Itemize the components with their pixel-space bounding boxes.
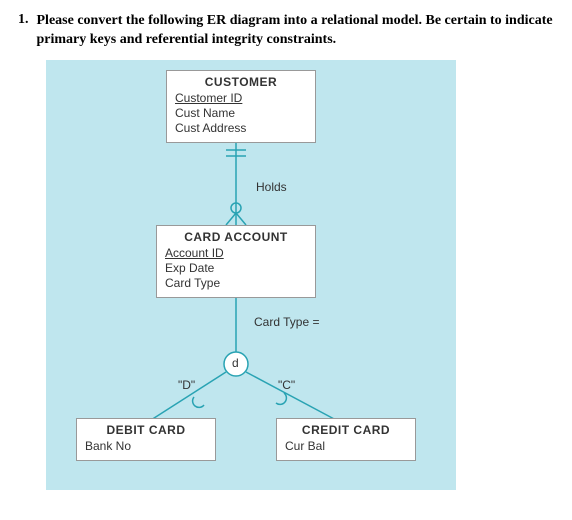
entity-credit-card-attr-0: Cur Bal xyxy=(285,439,407,454)
disjoint-symbol: d xyxy=(232,356,239,370)
entity-card-account-attr-0: Exp Date xyxy=(165,261,307,276)
entity-card-account-attr-1: Card Type xyxy=(165,276,307,291)
discriminator-label: Card Type = xyxy=(254,315,319,329)
entity-customer-attr-0: Cust Name xyxy=(175,106,307,121)
disjoint-left-label: "D" xyxy=(178,378,195,392)
question-text: Please convert the following ER diagram … xyxy=(37,12,555,50)
entity-customer: CUSTOMER Customer ID Cust Name Cust Addr… xyxy=(166,70,316,143)
question-header: 1. Please convert the following ER diagr… xyxy=(18,12,554,50)
entity-credit-card-title: CREDIT CARD xyxy=(285,423,407,437)
disjoint-right-label: "C" xyxy=(278,378,295,392)
entity-card-account-pk: Account ID xyxy=(165,246,307,261)
entity-customer-attr-1: Cust Address xyxy=(175,121,307,136)
entity-debit-card-title: DEBIT CARD xyxy=(85,423,207,437)
entity-card-account-title: CARD ACCOUNT xyxy=(165,230,307,244)
entity-customer-title: CUSTOMER xyxy=(175,75,307,89)
er-diagram-canvas: CUSTOMER Customer ID Cust Name Cust Addr… xyxy=(46,60,456,490)
entity-customer-pk: Customer ID xyxy=(175,91,307,106)
entity-debit-card-attr-0: Bank No xyxy=(85,439,207,454)
relationship-label: Holds xyxy=(256,180,287,194)
question-number: 1. xyxy=(18,12,29,50)
entity-card-account: CARD ACCOUNT Account ID Exp Date Card Ty… xyxy=(156,225,316,298)
entity-credit-card: CREDIT CARD Cur Bal xyxy=(276,418,416,461)
entity-debit-card: DEBIT CARD Bank No xyxy=(76,418,216,461)
